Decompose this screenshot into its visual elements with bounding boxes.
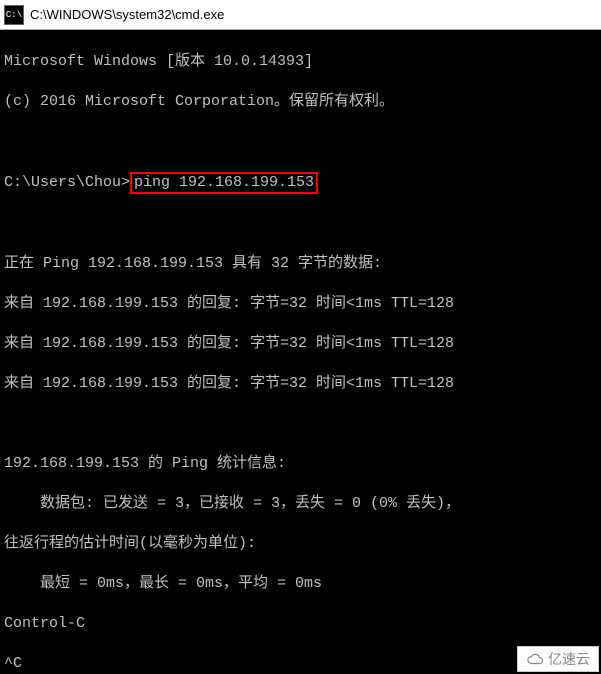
- ping-reply: 来自 192.168.199.153 的回复: 字节=32 时间<1ms TTL…: [4, 374, 597, 394]
- blank-line: [4, 132, 597, 152]
- ping-header: 正在 Ping 192.168.199.153 具有 32 字节的数据:: [4, 254, 597, 274]
- banner-line: Microsoft Windows [版本 10.0.14393]: [4, 52, 597, 72]
- watermark-text: 亿速云: [548, 649, 590, 669]
- ping-rtt-values: 最短 = 0ms，最长 = 0ms，平均 = 0ms: [4, 574, 597, 594]
- ping-stats-title: 192.168.199.153 的 Ping 统计信息:: [4, 454, 597, 474]
- highlight-command-1: ping 192.168.199.153: [130, 172, 318, 194]
- ping-rtt-title: 往返行程的估计时间(以毫秒为单位):: [4, 534, 597, 554]
- blank-line: [4, 414, 597, 434]
- cloud-icon: [526, 653, 544, 665]
- ping-reply: 来自 192.168.199.153 的回复: 字节=32 时间<1ms TTL…: [4, 294, 597, 314]
- watermark: 亿速云: [517, 646, 599, 672]
- caret-c: ^C: [4, 654, 597, 674]
- terminal-output[interactable]: Microsoft Windows [版本 10.0.14393] (c) 20…: [0, 30, 601, 674]
- ping-stats-packets: 数据包: 已发送 = 3，已接收 = 3，丢失 = 0 (0% 丢失)，: [4, 494, 597, 514]
- command-text: ping 192.168.199.153: [134, 174, 314, 191]
- banner-line: (c) 2016 Microsoft Corporation。保留所有权利。: [4, 92, 597, 112]
- prompt: C:\Users\Chou>: [4, 174, 130, 191]
- prompt-line: C:\Users\Chou>ping 192.168.199.153: [4, 172, 597, 194]
- cmd-icon: C:\: [4, 5, 24, 25]
- window-title: C:\WINDOWS\system32\cmd.exe: [30, 7, 224, 22]
- control-c: Control-C: [4, 614, 597, 634]
- blank-line: [4, 214, 597, 234]
- window-title-bar[interactable]: C:\ C:\WINDOWS\system32\cmd.exe: [0, 0, 601, 30]
- ping-reply: 来自 192.168.199.153 的回复: 字节=32 时间<1ms TTL…: [4, 334, 597, 354]
